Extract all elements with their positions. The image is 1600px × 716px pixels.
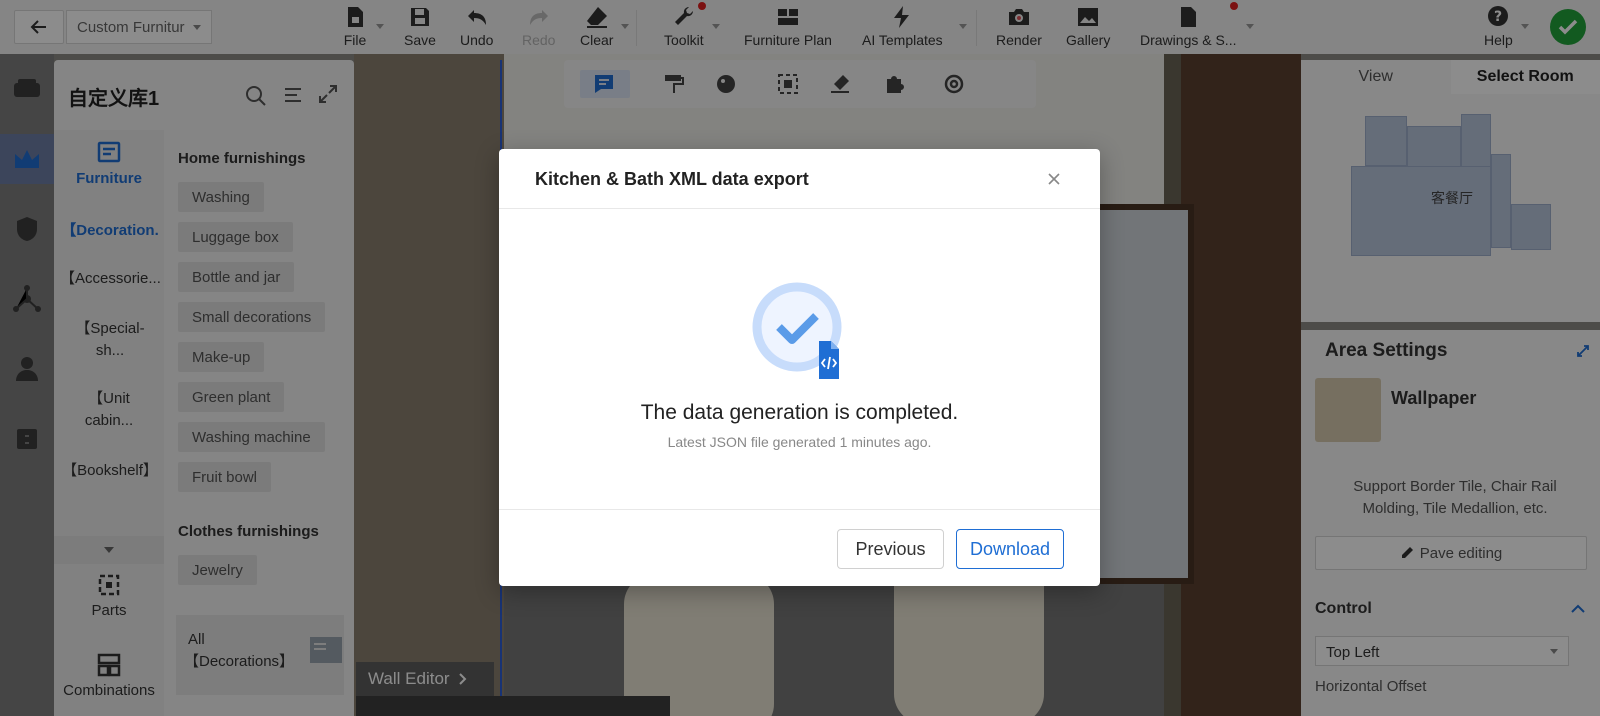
- dialog-divider: [499, 208, 1100, 209]
- export-success-icon: [752, 282, 842, 379]
- close-icon: [1048, 173, 1060, 185]
- dialog-divider: [499, 509, 1100, 510]
- dialog-title: Kitchen & Bath XML data export: [535, 169, 809, 189]
- previous-button[interactable]: Previous: [837, 529, 944, 569]
- close-button[interactable]: [1042, 167, 1066, 191]
- completion-message: The data generation is completed.: [640, 401, 959, 424]
- export-dialog: Kitchen & Bath XML data export The data …: [499, 149, 1100, 586]
- download-button[interactable]: Download: [956, 529, 1064, 569]
- completion-submessage: Latest JSON file generated 1 minutes ago…: [667, 434, 932, 450]
